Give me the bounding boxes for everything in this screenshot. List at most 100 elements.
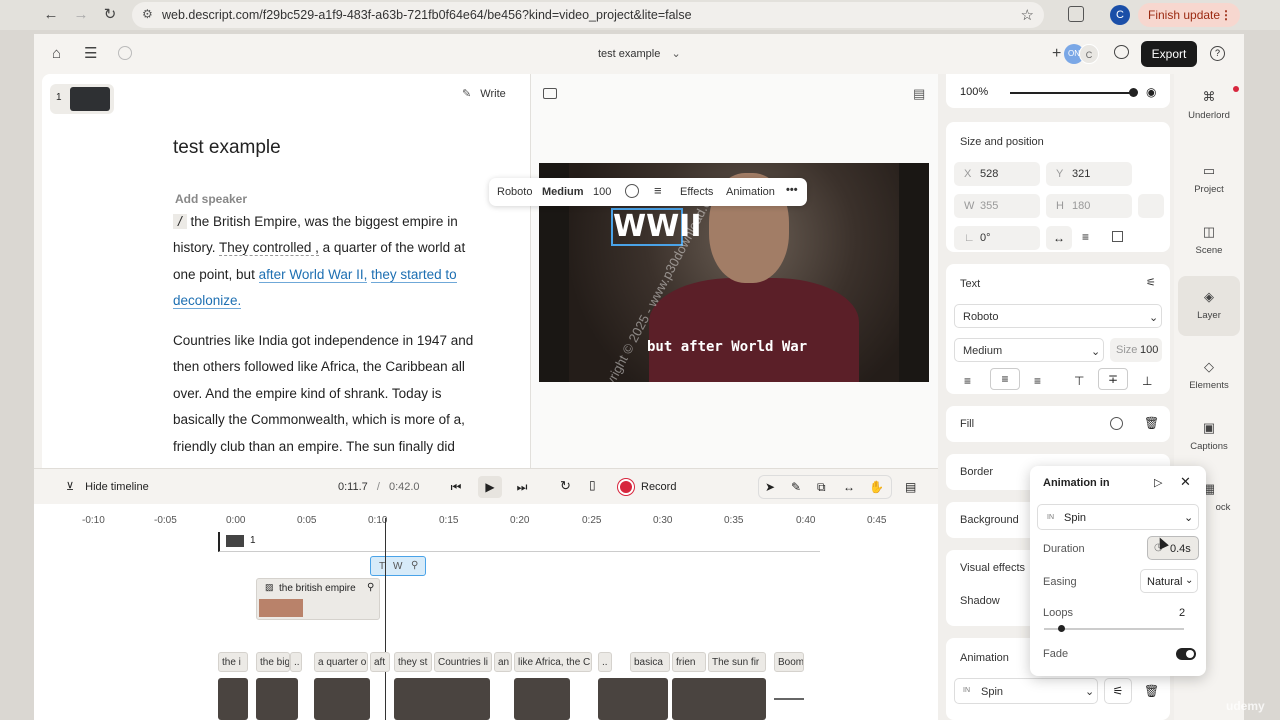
word-clip[interactable]: basica (630, 652, 670, 672)
caption-text[interactable]: but after World War (647, 339, 807, 355)
loops-slider[interactable] (1044, 625, 1184, 632)
record-icon[interactable] (620, 481, 632, 493)
opacity-value[interactable]: 100% (960, 86, 988, 98)
hide-timeline-button[interactable]: ⊻ Hide timeline (66, 480, 149, 493)
stretch-tool-icon[interactable]: ↔ (843, 480, 855, 494)
play-icon[interactable]: ▶ (478, 476, 502, 498)
record-label[interactable]: Record (641, 481, 676, 493)
animation-type-dropdown[interactable]: IN Spin ⌄ (1037, 504, 1199, 530)
script-editor[interactable]: 1 ✎ Write test example Add speaker / the… (42, 74, 530, 468)
fill-color-icon[interactable] (1110, 417, 1123, 430)
font-selector[interactable]: Roboto (497, 186, 532, 198)
panel-layout-icon[interactable]: ▤ (913, 86, 925, 102)
write-button[interactable]: ✎ Write (462, 87, 506, 100)
weight-dropdown[interactable]: Medium ⌄ (954, 338, 1104, 362)
align-icon[interactable]: ≡ (654, 183, 662, 198)
word-clip[interactable]: like Africa, the C (514, 652, 592, 672)
script-paragraph[interactable]: / the British Empire, was the biggest em… (173, 209, 483, 315)
trash-icon[interactable]: 🗑 (1144, 684, 1159, 698)
easing-dropdown[interactable]: Natural ⌄ (1140, 569, 1198, 593)
effects-button[interactable]: Effects (680, 186, 713, 198)
loop-icon[interactable]: ↻ (560, 478, 571, 494)
help-icon[interactable]: ? (1210, 46, 1225, 61)
animation-button[interactable]: Animation (726, 186, 775, 198)
home-icon[interactable]: ⌂ (52, 45, 61, 62)
nav-elements[interactable]: ◇ Elements (1178, 354, 1240, 404)
word-clip[interactable]: an (494, 652, 512, 672)
skip-back-icon[interactable]: ⏮ (444, 476, 468, 498)
visibility-eye-icon[interactable]: ◉ (1146, 85, 1156, 99)
script-sentence[interactable]: They controlled , (219, 240, 319, 257)
weight-selector[interactable]: Medium (542, 186, 584, 198)
word-clip[interactable]: Boom (774, 652, 804, 672)
image-clip[interactable]: ▨ the british empire ⚲ (256, 578, 380, 620)
script-sentence[interactable]: The sun finally did (346, 439, 455, 454)
word-clip[interactable]: frien (672, 652, 706, 672)
animation-settings-icon[interactable]: ⚟ (1104, 678, 1132, 704)
script-word[interactable]: was (305, 214, 329, 229)
title-text-layer[interactable]: WWII (611, 208, 702, 246)
align-bottom-icon[interactable]: ⊥ (1142, 374, 1152, 388)
height-field[interactable]: H 180 (1046, 194, 1132, 218)
profile-avatar[interactable]: C (1110, 5, 1130, 25)
hand-tool-icon[interactable]: ✋ (869, 480, 884, 494)
opacity-slider[interactable] (1010, 92, 1134, 94)
word-clip[interactable]: .. (290, 652, 302, 672)
font-size-field[interactable]: Size 100 (1110, 338, 1162, 362)
color-circle-icon[interactable] (625, 184, 639, 198)
trash-icon[interactable]: 🗑 (1144, 416, 1159, 430)
word-clip[interactable]: Countries li (434, 652, 492, 672)
animation-dropdown[interactable]: IN Spin ⌄ (954, 678, 1098, 704)
pin-icon[interactable]: ⚲ (367, 582, 374, 593)
pin-icon[interactable]: ⚲ (411, 560, 418, 571)
word-clip[interactable]: .. (598, 652, 612, 672)
back-icon[interactable]: ← (42, 6, 60, 24)
script-sentence[interactable]: friendly club than an empire. (173, 439, 343, 454)
site-settings-icon[interactable]: ⚙ (142, 7, 153, 21)
script-paragraph[interactable]: Countries like India got independence in… (173, 328, 483, 460)
shadow-label[interactable]: Shadow (960, 595, 1000, 607)
word-clip[interactable]: they st (394, 652, 432, 672)
project-title[interactable]: test example ⌄ (598, 47, 681, 60)
aspect-ratio-icon[interactable] (543, 88, 557, 99)
scene-thumbnail[interactable]: 1 (50, 84, 114, 114)
nav-layer[interactable]: ◈ Layer (1178, 276, 1240, 336)
export-button[interactable]: Export (1141, 41, 1197, 67)
word-clip[interactable]: The sun fir (708, 652, 766, 672)
y-field[interactable]: Y 321 (1046, 162, 1132, 186)
select-tool-icon[interactable]: ➤ (765, 480, 775, 494)
script-sentence[interactable]: the British Empire, (191, 214, 301, 229)
nav-project[interactable]: ▭ Project (1178, 158, 1240, 208)
video-track[interactable] (218, 678, 820, 720)
highlighted-text[interactable]: after World War II, (258, 266, 368, 283)
blade-tool-icon[interactable]: ⧉ (817, 480, 826, 495)
add-speaker[interactable]: Add speaker (175, 192, 247, 206)
finish-update-button[interactable]: Finish update ⋮ (1138, 3, 1240, 27)
word-clip[interactable]: aft (370, 652, 390, 672)
marker-icon[interactable]: ▯ (589, 478, 596, 492)
align-top-icon[interactable]: ⊤ (1074, 374, 1084, 388)
timeline-layout-icon[interactable]: ▤ (905, 480, 916, 494)
speaker-marker[interactable]: / (173, 214, 187, 229)
font-dropdown[interactable]: Roboto ⌄ (954, 304, 1162, 328)
width-field[interactable]: W 355 (954, 194, 1040, 218)
loops-slider-handle[interactable] (1057, 625, 1065, 632)
extensions-icon[interactable] (1068, 6, 1084, 22)
preview-play-icon[interactable]: ▷ (1154, 476, 1162, 489)
align-icon[interactable]: ≡ (1082, 230, 1089, 244)
fade-toggle[interactable] (1176, 648, 1196, 660)
bookmark-star-icon[interactable]: ☆ (1021, 6, 1034, 24)
loops-value[interactable]: 2 (1179, 607, 1185, 619)
address-bar[interactable]: ⚙ web.descript.com/f29bc529-a1f9-483f-a6… (132, 2, 1044, 28)
opacity-slider-handle[interactable] (1129, 88, 1138, 97)
nav-underlord[interactable]: ⌘ Underlord (1178, 84, 1240, 134)
close-icon[interactable]: ✕ (1180, 474, 1191, 490)
x-field[interactable]: X 528 (954, 162, 1040, 186)
skip-forward-icon[interactable]: ⏭ (510, 476, 534, 498)
align-left-icon[interactable]: ≡ (964, 374, 971, 388)
rotation-field[interactable]: ∟ 0° (954, 226, 1040, 250)
forward-icon[interactable]: → (72, 6, 90, 24)
size-field[interactable]: 100 (593, 186, 611, 198)
comments-icon[interactable] (1114, 45, 1129, 59)
document-title[interactable]: test example (173, 137, 281, 159)
